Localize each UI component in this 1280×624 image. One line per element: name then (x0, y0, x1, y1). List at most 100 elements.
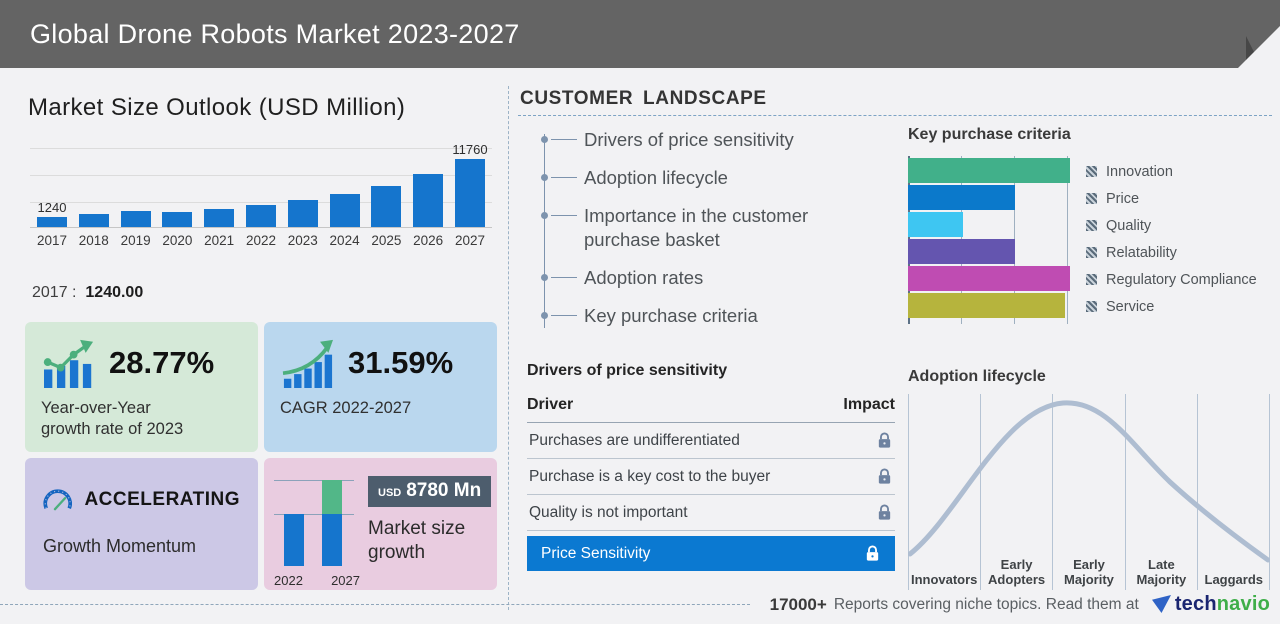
technavio-logo[interactable]: technavio (1151, 593, 1270, 616)
growth-mini-chart: 2022 2027 (274, 470, 360, 588)
lock-icon (878, 432, 891, 448)
bar-column (120, 211, 152, 227)
legend-item: Service (1086, 293, 1257, 320)
legend-label: Relatability (1106, 244, 1177, 261)
stage-label: Early Adopters (988, 557, 1046, 588)
market-bar (162, 212, 193, 227)
bar-value-label: 11760 (452, 142, 488, 157)
kpc-chart (908, 156, 1070, 324)
bar-column (329, 194, 361, 227)
bars-row: 1240 11760 (36, 142, 488, 227)
cagr-trend-icon (282, 339, 333, 388)
list-item: Drivers of price sensitivity (541, 128, 852, 152)
footer-text: Reports covering niche topics. Read them… (833, 595, 1139, 613)
legend-item: Price (1086, 185, 1257, 212)
stage-label: Laggards (1204, 572, 1264, 588)
gauge-icon (43, 489, 72, 511)
mini-bar-2022 (284, 514, 304, 566)
year-label: 2022 (274, 573, 303, 588)
highlight-row-price-sensitivity: Price Sensitivity (527, 536, 895, 571)
bell-curve (908, 400, 1270, 563)
readout-year: 2017 (32, 284, 68, 301)
column-divider (508, 86, 509, 610)
bar-column (245, 205, 277, 227)
bar-column: 1240 (36, 200, 68, 227)
kpc-bar-price (908, 185, 1015, 210)
technavio-logo-icon (1151, 595, 1171, 614)
momentum-caption: Growth Momentum (43, 536, 197, 556)
legend-item: Relatability (1086, 239, 1257, 266)
lock-icon (878, 504, 891, 520)
column-header-impact: Impact (843, 396, 895, 413)
yoy-caption: Year-over-Year growth rate of 2023 (41, 399, 184, 438)
footer: 17000+ Reports covering niche topics. Re… (0, 593, 1280, 616)
year-label: 2024 (329, 233, 360, 248)
market-bar (287, 200, 318, 227)
lock-icon (878, 468, 891, 484)
hatch-swatch-icon (1086, 193, 1097, 204)
stage-labels: Innovators Early Adopters Early Majority… (908, 557, 1270, 588)
stat-card-cagr: 31.59% CAGR 2022-2027 (264, 322, 497, 452)
bar-column (412, 174, 444, 227)
page-curl-cut (1238, 26, 1280, 68)
series-value-readout: 2017 : 1240.00 (32, 284, 143, 302)
readout-value: 1240.00 (85, 284, 144, 301)
stat-card-momentum: ACCELERATING Growth Momentum (25, 458, 258, 590)
yoy-value: 28.77% (109, 345, 215, 380)
brand-prefix: tech (1174, 593, 1217, 615)
main-content: Market Size Outlook (USD Million) 1240 1… (0, 68, 1280, 624)
legend-item: Quality (1086, 212, 1257, 239)
market-bar (120, 211, 151, 227)
driver-cell: Quality is not important (529, 503, 688, 521)
readout-separator: : (72, 284, 77, 301)
year-label: 2019 (120, 233, 151, 248)
legend-label: Innovation (1106, 163, 1173, 180)
stat-card-market-growth: 2022 2027 USD 8780 Mn Market size growth (264, 458, 497, 590)
legend-label: Quality (1106, 217, 1152, 234)
year-label: 2021 (204, 233, 235, 248)
mini-chart-years: 2022 2027 (274, 573, 360, 588)
lock-icon (866, 545, 879, 561)
market-bar (37, 217, 67, 227)
market-bar (329, 194, 360, 227)
year-label: 2020 (162, 233, 193, 248)
price-sensitivity-table: Drivers of price sensitivity Driver Impa… (527, 362, 895, 571)
usd-value-badge: USD 8780 Mn (368, 476, 492, 507)
kpc-title: Key purchase criteria (908, 126, 1071, 143)
footer-count: 17000+ (769, 594, 827, 614)
growth-caption: Market size growth (368, 518, 466, 563)
page-title: Global Drone Robots Market 2023-2027 (30, 19, 520, 49)
year-label: 2018 (78, 233, 109, 248)
bar-column: 11760 (452, 142, 488, 227)
mini-bar-2027-growth (322, 480, 342, 514)
footer-divider (0, 604, 750, 605)
table-row: Purchase is a key cost to the buyer (527, 459, 895, 495)
list-item: Adoption rates (541, 266, 852, 290)
market-bar (78, 214, 109, 227)
legend-item: Innovation (1086, 158, 1257, 185)
year-label: 2017 (36, 233, 68, 248)
table-title: Drivers of price sensitivity (527, 362, 728, 379)
hatch-swatch-icon (1086, 274, 1097, 285)
legend-label: Price (1106, 190, 1140, 207)
market-bar (204, 209, 235, 227)
momentum-status: ACCELERATING (84, 489, 240, 510)
key-purchase-criteria: Key purchase criteria Innovation Price Q… (908, 126, 1274, 324)
kpc-bar-innovation (908, 158, 1070, 183)
market-bar (245, 205, 276, 227)
market-size-chart: 1240 11760 2017 2018 2019 2020 2021 2022… (30, 142, 492, 248)
market-bar (371, 186, 402, 227)
year-label: 2023 (287, 233, 318, 248)
bar-column (78, 214, 110, 227)
growth-bars-icon (43, 339, 94, 388)
market-size-title: Market Size Outlook (USD Million) (28, 94, 406, 121)
highlight-label: Price Sensitivity (541, 544, 651, 562)
year-label: 2022 (245, 233, 276, 248)
column-header-driver: Driver (527, 396, 574, 413)
title-underline (518, 115, 1272, 116)
adoption-chart: Innovators Early Adopters Early Majority… (908, 394, 1270, 590)
hatch-swatch-icon (1086, 301, 1097, 312)
year-label: 2027 (331, 573, 360, 588)
year-label: 2025 (371, 233, 402, 248)
driver-cell: Purchase is a key cost to the buyer (529, 467, 771, 485)
